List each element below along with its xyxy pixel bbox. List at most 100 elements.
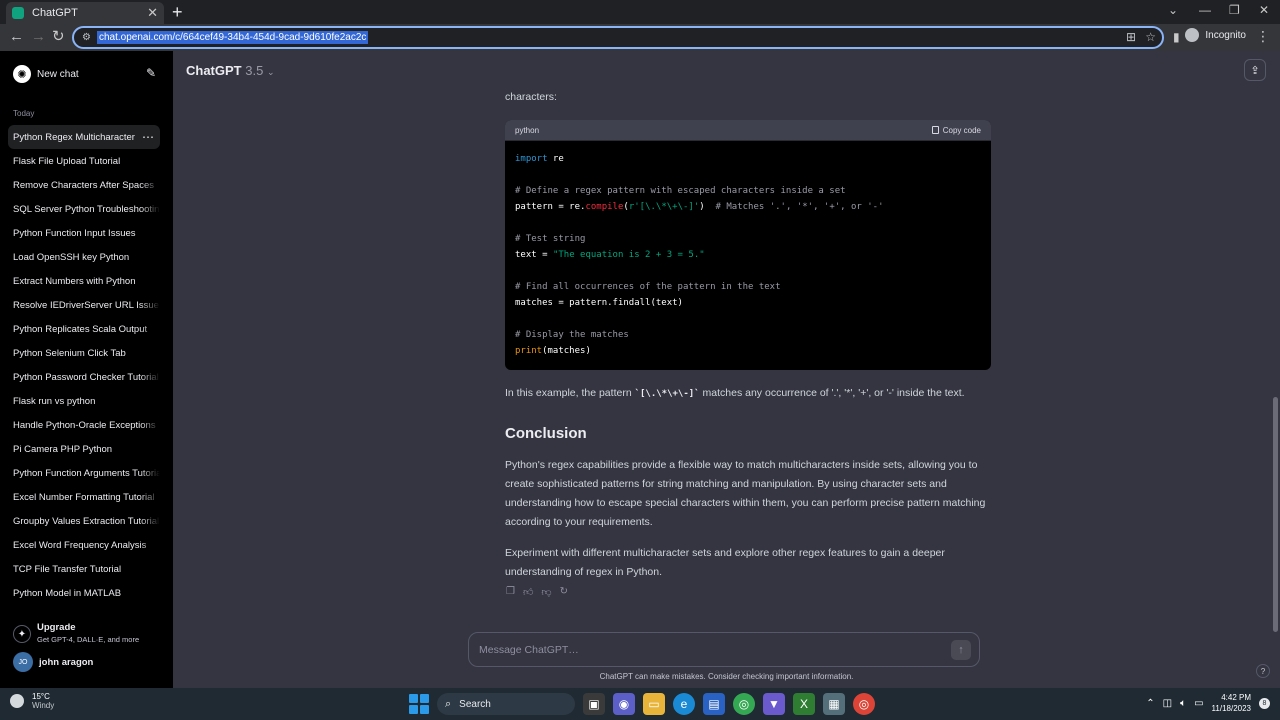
- browser-menu-icon[interactable]: ⋮: [1256, 28, 1270, 45]
- sidebar-chat-item[interactable]: Remove Characters After Spaces: [8, 173, 160, 197]
- store-icon[interactable]: ▤: [703, 693, 725, 715]
- minimize-icon[interactable]: —: [1199, 3, 1211, 17]
- sidebar-chat-item[interactable]: Handle Python-Oracle Exceptions: [8, 413, 160, 437]
- sidebar-chat-item[interactable]: TCP File Transfer Tutorial: [8, 557, 160, 581]
- sidebar-chat-label: Groupby Values Extraction Tutorial: [13, 515, 160, 527]
- excel-icon[interactable]: X: [793, 693, 815, 715]
- upgrade-button[interactable]: ✦ Upgrade Get GPT-4, DALL·E, and more: [13, 621, 163, 647]
- notification-badge[interactable]: 8: [1259, 697, 1270, 709]
- sidebar-chat-item[interactable]: Flask run vs python: [8, 389, 160, 413]
- incognito-eye-icon[interactable]: ⊞: [1126, 30, 1136, 44]
- send-icon[interactable]: ↑: [951, 640, 971, 660]
- close-window-icon[interactable]: ✕: [1259, 3, 1269, 17]
- history-section-label: Today: [13, 109, 35, 118]
- code-header: python Copy code: [505, 120, 991, 141]
- fade-overlay: [140, 437, 160, 461]
- copy-code-button[interactable]: Copy code: [931, 126, 981, 135]
- model-selector[interactable]: ChatGPT 3.5 ⌄: [186, 63, 275, 78]
- sidebar-chat-label: TCP File Transfer Tutorial: [13, 563, 122, 575]
- help-icon[interactable]: ?: [1256, 664, 1270, 678]
- new-tab-icon[interactable]: +: [172, 2, 183, 22]
- sidebar-chat-item[interactable]: Flask File Upload Tutorial: [8, 149, 160, 173]
- sidebar-chat-item[interactable]: Resolve IEDriverServer URL Issue: [8, 293, 160, 317]
- sidebar-chat-item[interactable]: Python Function Arguments Tutorial: [8, 461, 160, 485]
- taskbar-search[interactable]: ⌕ Search: [437, 693, 575, 715]
- sidebar-chat-item[interactable]: Excel Word Frequency Analysis: [8, 533, 160, 557]
- sidebar-chat-item[interactable]: Python Password Checker Tutorial: [8, 365, 160, 389]
- reload-icon[interactable]: ↻: [52, 28, 65, 46]
- explanation-prefix: In this example, the pattern: [505, 387, 635, 399]
- chrome-icon[interactable]: ◎: [733, 693, 755, 715]
- fade-overlay: [140, 461, 160, 485]
- sidebar-chat-label: Pi Camera PHP Python: [13, 443, 113, 455]
- sidebar-chat-item[interactable]: Python Function Input Issues: [8, 221, 160, 245]
- fade-overlay: [140, 581, 160, 605]
- battery-icon[interactable]: ▭: [1194, 698, 1203, 709]
- sidebar-chat-label: Extract Numbers with Python: [13, 275, 136, 287]
- scrollbar[interactable]: [1273, 397, 1278, 632]
- section-heading: Conclusion: [505, 425, 587, 442]
- fade-overlay: [140, 557, 160, 581]
- sidebar-chat-item[interactable]: Python Replicates Scala Output: [8, 317, 160, 341]
- close-tab-icon[interactable]: ✕: [147, 5, 158, 21]
- avatar: JO: [13, 652, 33, 672]
- sidebar-chat-label: Load OpenSSH key Python: [13, 251, 130, 263]
- sidebar-chat-item[interactable]: Extract Numbers with Python: [8, 269, 160, 293]
- browser-tabstrip: ChatGPT ✕ + ⌄ — ❐ ✕: [0, 0, 1280, 24]
- clock[interactable]: 4:42 PM 11/18/2023: [1212, 692, 1251, 714]
- sidebar-chat-label: Python Regex Multicharacter: [13, 131, 135, 143]
- chatgpt-favicon-icon: [12, 7, 24, 19]
- network-icon[interactable]: ◫: [1163, 698, 1172, 709]
- sidebar-chat-label: Python Password Checker Tutorial: [13, 371, 159, 383]
- browser-tab[interactable]: ChatGPT ✕: [6, 2, 164, 24]
- fade-overlay: [140, 485, 160, 509]
- sidebar-chat-item[interactable]: SQL Server Python Troubleshooting: [8, 197, 160, 221]
- windows-start-icon[interactable]: [409, 694, 429, 714]
- thumbs-up-icon[interactable]: 👍︎: [523, 586, 533, 598]
- model-version: 3.5: [245, 63, 264, 78]
- new-chat-button[interactable]: ✺ New chat ✎: [10, 61, 160, 87]
- sparkle-icon: ✦: [13, 625, 31, 643]
- incognito-indicator[interactable]: Incognito: [1185, 28, 1246, 42]
- address-bar[interactable]: ⚙ chat.openai.com/c/664cef49-34b4-454d-9…: [72, 26, 1164, 49]
- teams-chat-icon[interactable]: ◉: [613, 693, 635, 715]
- app-icon-2[interactable]: ▦: [823, 693, 845, 715]
- chevron-down-icon: ⌄: [266, 67, 275, 77]
- sidebar-chat-item[interactable]: Python Selenium Click Tab: [8, 341, 160, 365]
- forward-icon[interactable]: →: [31, 28, 46, 46]
- sidebar-chat-label: Python Selenium Click Tab: [13, 347, 126, 359]
- sidebar-chat-item[interactable]: Excel Number Formatting Tutorial: [8, 485, 160, 509]
- edge-icon[interactable]: e: [673, 693, 695, 715]
- restore-icon[interactable]: ❐: [1229, 3, 1240, 17]
- app-icon[interactable]: ▼: [763, 693, 785, 715]
- message-input[interactable]: [479, 641, 929, 659]
- file-explorer-icon[interactable]: ▭: [643, 693, 665, 715]
- sidepanel-icon[interactable]: ▮: [1173, 28, 1180, 46]
- thumbs-down-icon[interactable]: 👎︎: [541, 586, 551, 598]
- copy-icon[interactable]: ❐: [506, 586, 515, 598]
- tray-overflow-icon[interactable]: ⌃: [1146, 698, 1154, 709]
- url-text[interactable]: chat.openai.com/c/664cef49-34b4-454d-9ca…: [96, 31, 369, 44]
- tab-search-icon[interactable]: ⌄: [1168, 3, 1178, 17]
- bookmark-star-icon[interactable]: ☆: [1145, 30, 1156, 44]
- site-info-icon[interactable]: ⚙: [82, 32, 91, 43]
- user-menu[interactable]: JO john aragon: [13, 652, 93, 672]
- regenerate-icon[interactable]: ↻: [560, 586, 568, 598]
- weather-widget[interactable]: 15°C Windy: [10, 692, 54, 710]
- conclusion-paragraph-2: Experiment with different multicharacter…: [505, 547, 945, 578]
- volume-icon[interactable]: 🔈︎: [1180, 698, 1186, 709]
- share-icon[interactable]: ⇪: [1244, 59, 1266, 81]
- sidebar-chat-label: Excel Word Frequency Analysis: [13, 539, 147, 551]
- sidebar-chat-item[interactable]: Python Regex Multicharacter ⋯: [8, 125, 160, 149]
- more-options-icon[interactable]: ⋯: [142, 130, 154, 144]
- sidebar-chat-item[interactable]: Python Model in MATLAB: [8, 581, 160, 605]
- edit-icon[interactable]: ✎: [146, 66, 156, 80]
- sidebar-chat-item[interactable]: Pi Camera PHP Python: [8, 437, 160, 461]
- fade-overlay: [140, 173, 160, 197]
- sidebar-chat-item[interactable]: Load OpenSSH key Python: [8, 245, 160, 269]
- sidebar-chat-item[interactable]: Groupby Values Extraction Tutorial: [8, 509, 160, 533]
- incognito-label: Incognito: [1205, 29, 1246, 41]
- chrome-active-icon[interactable]: ◎: [853, 693, 875, 715]
- task-view-icon[interactable]: ▣: [583, 693, 605, 715]
- back-icon[interactable]: ←: [9, 28, 24, 46]
